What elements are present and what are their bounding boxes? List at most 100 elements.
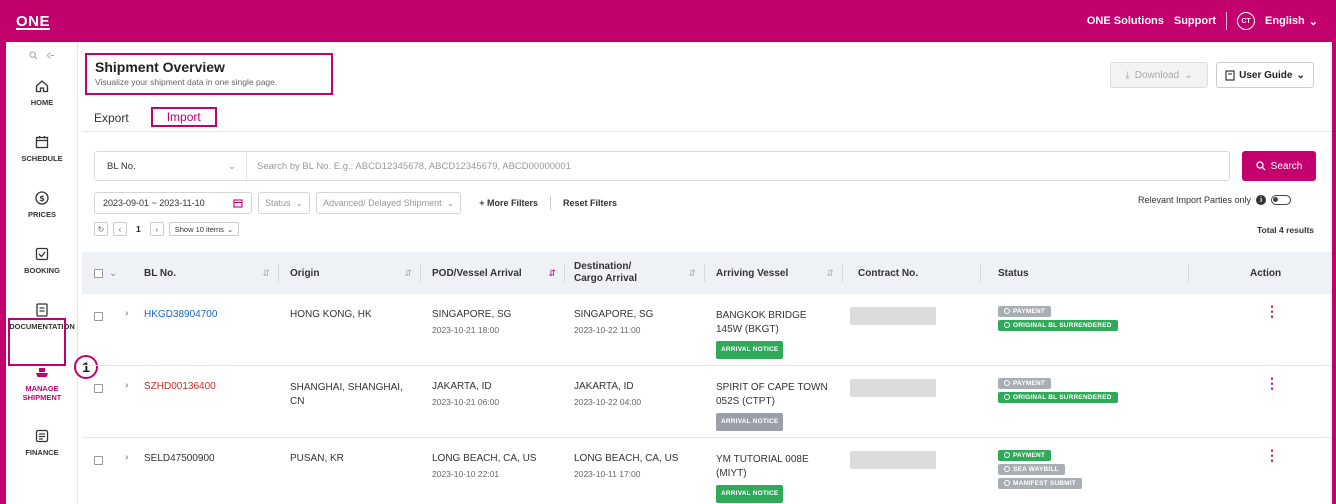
- sidebar-item-label: MANAGE SHIPMENT: [22, 384, 62, 402]
- status-badge: ORIGINAL BL SURRENDERED: [998, 392, 1118, 403]
- page-subtitle: Visualize your shipment data in one sing…: [95, 77, 278, 87]
- bl-number-link[interactable]: HKGD38904700: [144, 309, 217, 320]
- select-all-checkbox[interactable]: [94, 268, 103, 278]
- finance-icon: [35, 429, 49, 443]
- tab-import[interactable]: Import: [150, 107, 217, 127]
- language-selector[interactable]: English ⌄: [1265, 15, 1318, 28]
- column-header-vessel[interactable]: Arriving Vessel ⇵: [716, 252, 842, 294]
- relevant-parties-toggle[interactable]: [1271, 195, 1292, 205]
- row-checkbox[interactable]: [94, 456, 103, 465]
- vessel-cell: SPIRIT OF CAPE TOWN 052S (CTPT) ARRIVAL …: [716, 381, 834, 431]
- sort-icon[interactable]: ⇵: [548, 268, 556, 279]
- divider: [549, 196, 551, 210]
- arrival-notice-badge[interactable]: ARRIVAL NOTICE: [716, 485, 784, 503]
- avatar[interactable]: CT: [1237, 12, 1256, 30]
- next-page-button[interactable]: ›: [149, 222, 164, 236]
- sort-icon[interactable]: ⇵: [826, 268, 834, 279]
- pod-cell: JAKARTA, ID 2023-10-21 06:00: [432, 381, 499, 407]
- expand-row-icon[interactable]: ›: [125, 452, 128, 463]
- sidebar-item-finance[interactable]: FINANCE: [6, 428, 78, 457]
- origin-cell: PUSAN, KR: [290, 453, 344, 464]
- page-size-select[interactable]: Show 10 items ⌄: [168, 222, 240, 236]
- search-icon[interactable]: [28, 51, 38, 62]
- status-filter[interactable]: Status ⌄: [258, 192, 311, 214]
- more-actions-icon[interactable]: ⋮: [1265, 376, 1279, 390]
- contract-number-masked: [850, 307, 936, 325]
- sidebar-item-schedule[interactable]: SCHEDULE: [6, 134, 78, 163]
- origin-cell: SHANGHAI, SHANGHAI, CN: [290, 382, 403, 407]
- sidebar-item-booking[interactable]: BOOKING: [6, 246, 78, 275]
- support-link[interactable]: Support: [1174, 15, 1216, 27]
- date-range-picker[interactable]: 2023-09-01 ~ 2023-11-10: [94, 192, 252, 214]
- expand-row-icon[interactable]: ›: [125, 380, 128, 391]
- table-row[interactable]: › SELD47500900 PUSAN, KR LONG BEACH, CA,…: [82, 438, 1332, 504]
- search-input[interactable]: [247, 152, 1229, 180]
- one-solutions-link[interactable]: ONE Solutions: [1087, 15, 1164, 27]
- row-checkbox[interactable]: [94, 312, 103, 321]
- sidebar-item-label: BOOKING: [24, 266, 60, 275]
- divider: [278, 264, 279, 282]
- prev-page-button[interactable]: ‹: [113, 222, 127, 236]
- column-header-label: Origin: [290, 267, 320, 279]
- sort-icon[interactable]: ⇵: [262, 268, 270, 279]
- expand-row-icon[interactable]: ›: [125, 308, 128, 319]
- reset-filters-button[interactable]: Reset Filters: [557, 198, 623, 208]
- column-header-label: Status: [998, 267, 1029, 279]
- status-badge: MANIFEST SUBMIT: [998, 478, 1082, 489]
- info-icon[interactable]: i: [1256, 195, 1267, 205]
- search-button[interactable]: Search: [1242, 151, 1316, 181]
- sidebar-item-prices[interactable]: $ PRICES: [6, 190, 78, 219]
- page-size-label: Show 10 items: [174, 224, 224, 234]
- refresh-icon[interactable]: ↻: [94, 222, 108, 236]
- status-label: PAYMENT: [1013, 308, 1046, 315]
- sidebar-item-label: SCHEDULE: [21, 154, 63, 163]
- status-label: SEA WAYBILL: [1013, 466, 1059, 473]
- language-label: English: [1265, 15, 1305, 27]
- sort-icon[interactable]: ⇵: [404, 268, 412, 279]
- arrival-notice-badge[interactable]: ARRIVAL NOTICE: [716, 413, 784, 431]
- table-row[interactable]: › SZHD00136400 SHANGHAI, SHANGHAI, CN JA…: [82, 366, 1332, 438]
- more-actions-icon[interactable]: ⋮: [1265, 304, 1279, 318]
- table-row[interactable]: › HKGD38904700 HONG KONG, HK SINGAPORE, …: [82, 294, 1332, 366]
- destination-port: JAKARTA, ID: [574, 381, 634, 392]
- arrival-notice-badge[interactable]: ARRIVAL NOTICE: [716, 341, 784, 359]
- sidebar-item-home[interactable]: HOME: [6, 78, 78, 107]
- column-header-bl[interactable]: BL No. ⇵: [144, 252, 278, 294]
- status-circle-icon: [1004, 380, 1010, 386]
- more-filters-button[interactable]: + More Filters: [473, 198, 544, 208]
- row-checkbox[interactable]: [94, 384, 103, 393]
- collapse-icon[interactable]: [46, 51, 55, 62]
- destination-time: 2023-10-22 11:00: [574, 325, 641, 335]
- bl-number-link[interactable]: SZHD00136400: [144, 381, 216, 392]
- advanced-shipment-filter[interactable]: Advanced/ Delayed Shipment ⌄: [316, 192, 462, 214]
- tab-export[interactable]: Export: [94, 110, 129, 127]
- download-button[interactable]: ⤓ Download ⌄: [1110, 62, 1208, 88]
- destination-port: LONG BEACH, CA, US: [574, 453, 679, 464]
- pagination: ↻ ‹ 1 › Show 10 items ⌄: [94, 222, 240, 236]
- sort-icon[interactable]: ⇵: [688, 268, 696, 279]
- select-all-control[interactable]: ⌄: [94, 252, 117, 294]
- column-header-destination[interactable]: Destination/ Cargo Arrival ⇵: [574, 252, 704, 294]
- bl-number-link[interactable]: SELD47500900: [144, 453, 215, 464]
- one-logo[interactable]: ONE: [16, 13, 50, 30]
- contract-number-masked: [850, 379, 936, 397]
- user-guide-button[interactable]: User Guide ⌄: [1216, 62, 1314, 88]
- tab-bar: Export Import: [94, 107, 217, 127]
- status-circle-icon: [1004, 466, 1010, 472]
- column-header-origin[interactable]: Origin ⇵: [290, 252, 420, 294]
- search-field-label: BL No.: [107, 160, 136, 172]
- sidebar-item-manage-shipment[interactable]: MANAGE SHIPMENT: [6, 364, 78, 402]
- search-field-select[interactable]: BL No. ⌄: [95, 152, 247, 180]
- more-actions-icon[interactable]: ⋮: [1265, 448, 1279, 462]
- column-header-pod[interactable]: POD/Vessel Arrival ⇵: [432, 252, 564, 294]
- status-label: PAYMENT: [1013, 452, 1046, 459]
- divider: [82, 131, 1332, 132]
- ship-icon: [36, 368, 48, 377]
- vessel-cell: BANGKOK BRIDGE 145W (BKGT) ARRIVAL NOTIC…: [716, 309, 826, 359]
- chevron-down-icon: ⌄: [295, 197, 304, 208]
- divider: [420, 264, 421, 282]
- divider: [564, 264, 565, 282]
- divider: [1226, 12, 1228, 30]
- chevron-down-icon: ⌄: [1184, 69, 1193, 81]
- main-content: Shipment Overview Visualize your shipmen…: [82, 42, 1332, 504]
